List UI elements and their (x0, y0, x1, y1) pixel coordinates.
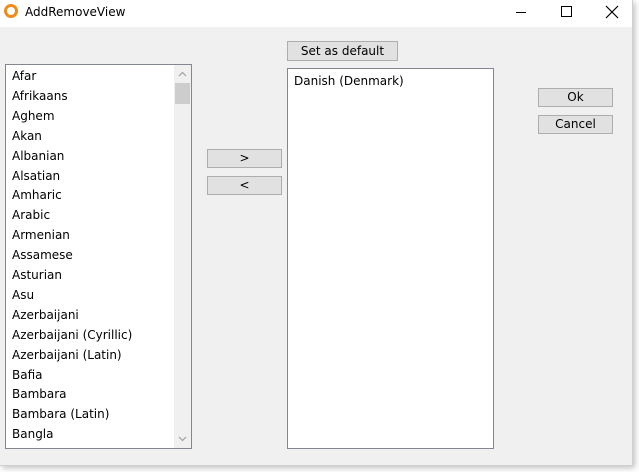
list-item[interactable]: Akan (12, 126, 42, 146)
available-languages-list[interactable]: Bangla Bambara (Latin) Bambara Bafia Azerbai… (5, 64, 192, 449)
list-item[interactable]: Armenian (12, 225, 70, 245)
minimize-icon (516, 12, 526, 13)
list-item[interactable]: Arabic (12, 205, 50, 225)
scroll-down-icon[interactable] (178, 436, 187, 442)
list-item[interactable]: Afrikaans (12, 86, 68, 106)
title-bar: AddRemoveView (0, 0, 632, 27)
list-item[interactable]: Assamese (12, 245, 73, 265)
list-item[interactable]: Azerbaijani (Latin) (12, 345, 122, 365)
add-language-button[interactable]: > (207, 149, 282, 168)
list-item[interactable]: Bambara (12, 384, 67, 404)
selected-languages-list[interactable]: Danish (Denmark) (287, 68, 494, 449)
list-item[interactable]: Azerbaijani (Cyrillic) (12, 325, 132, 345)
list-item[interactable]: Afar (12, 66, 36, 86)
list-item[interactable]: Bambara (Latin) (12, 404, 109, 424)
list-item[interactable]: Bangla (12, 424, 54, 444)
scroll-thumb[interactable] (175, 83, 190, 104)
list-item[interactable]: Asturian (12, 265, 62, 285)
list-item[interactable]: Bafia (12, 365, 43, 385)
set-as-default-button[interactable]: Set as default (287, 41, 398, 61)
available-list-scrollbar[interactable] (174, 65, 191, 448)
list-item[interactable]: Amharic (12, 185, 62, 205)
window-title: AddRemoveView (25, 5, 126, 19)
scroll-up-icon[interactable] (178, 71, 187, 77)
list-item[interactable]: Albanian (12, 146, 64, 166)
add-remove-dialog: AddRemoveView Set as default Bangla Bamba… (0, 0, 633, 466)
close-icon (605, 5, 619, 19)
maximize-icon (561, 6, 572, 17)
list-item[interactable]: Alsatian (12, 166, 60, 186)
minimize-button[interactable] (498, 0, 544, 27)
cancel-button[interactable]: Cancel (538, 115, 613, 134)
list-item[interactable]: Aghem (12, 106, 55, 126)
remove-language-button[interactable]: < (207, 176, 282, 195)
maximize-button[interactable] (543, 0, 589, 27)
list-item[interactable]: Danish (Denmark) (294, 71, 404, 91)
app-icon (4, 4, 18, 18)
close-button[interactable] (589, 0, 635, 27)
list-item[interactable]: Azerbaijani (12, 305, 79, 325)
list-item[interactable]: Asu (12, 285, 34, 305)
ok-button[interactable]: Ok (538, 88, 613, 107)
